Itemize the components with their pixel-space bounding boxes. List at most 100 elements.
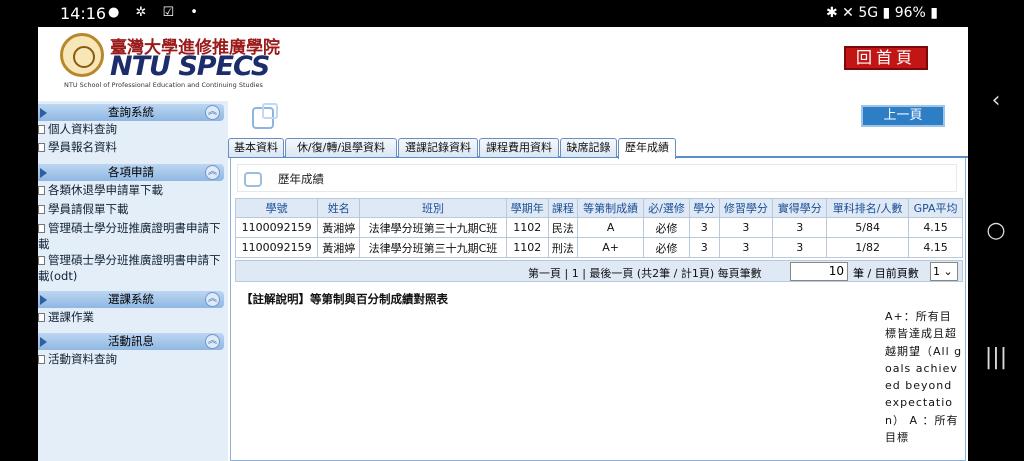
table-cell: 4.15 [908, 217, 963, 238]
tab-basic-data[interactable]: 基本資料 [228, 138, 284, 157]
col-header: 單科排名/人數 [826, 198, 910, 218]
table-cell: 必修 [643, 237, 690, 258]
sidebar-item-certificate[interactable]: 管理碩士學分班推廣證明書申請下載 [38, 220, 224, 252]
notification-icons: ● ✲ ☑ • [108, 5, 204, 20]
previous-page-button[interactable]: 上一頁 [861, 105, 945, 127]
table-cell: 1102 [505, 237, 549, 258]
arrow-icon [40, 168, 47, 178]
col-header: 姓名 [317, 198, 361, 218]
sidebar-item-withdrawal-form[interactable]: 各類休退學申請單下載 [38, 182, 224, 198]
recents-icon[interactable]: ||| [968, 345, 1024, 370]
doc-icon [38, 205, 45, 214]
doc-icon [38, 143, 45, 152]
table-cell: 3 [718, 217, 774, 238]
logo-english-name: NTU SPECS [110, 51, 270, 82]
table-cell: 1100092159 [234, 217, 319, 238]
grades-panel: 歷年成績 學號 姓名 班別 學期年 課程 等第制成績 必/選修 學分 修習學分 … [230, 158, 966, 461]
doc-icon [38, 224, 45, 233]
back-icon[interactable]: ‹ [968, 88, 1024, 113]
col-header: 實得學分 [772, 198, 828, 218]
sidebar-item-label: 選課作業 [48, 310, 94, 324]
sidebar-item-label: 學員報名資料 [48, 140, 117, 154]
table-cell: 刑法 [547, 237, 579, 258]
sidebar-item-label: 各類休退學申請單下載 [48, 183, 163, 197]
doc-icon [38, 125, 45, 134]
sidebar-item-label: 活動資料查詢 [48, 352, 117, 366]
note-title: 【註解說明】等第制與百分制成績對照表 [241, 292, 448, 306]
grade-scale-note: A+：所有目標皆達成且超越期望（All goals achieved beyon… [885, 310, 963, 445]
current-page-value: 1 [933, 265, 940, 278]
status-bar: 14:16 ● ✲ ☑ • ✱ ✕ 5G ▮ 96% ▮ [0, 0, 968, 27]
table-cell: 法律學分班第三十九期C班 [359, 217, 507, 238]
sidebar-section-courses[interactable]: 選課系統 ︽ [38, 291, 224, 308]
table-cell: 黃湘婷 [317, 237, 361, 258]
chevron-down-icon: ⌄ [943, 265, 953, 278]
pagination-text: 第一頁 | 1 | 最後一頁 (共2筆 / 計1頁) 每頁筆數 [528, 267, 762, 280]
col-header: 學期年 [505, 198, 549, 218]
col-header: 修習學分 [718, 198, 774, 218]
home-button[interactable]: 回首頁 [844, 46, 928, 70]
sidebar-item-certificate-odt[interactable]: 管理碩士學分班推廣證明書申請下載(odt) [38, 252, 224, 284]
table-cell: 3 [718, 237, 774, 258]
pagination-text-2: 筆 / 目前頁數 [853, 267, 919, 280]
table-cell: 必修 [643, 217, 690, 238]
arrow-icon [40, 108, 47, 118]
sidebar-item-event-query[interactable]: 活動資料查詢 [38, 351, 224, 367]
sidebar-item-registration[interactable]: 學員報名資料 [38, 139, 224, 155]
browser-page: 臺灣大學進修推廣學院 NTU SPECS NTU School of Profe… [38, 27, 968, 461]
collapse-icon[interactable]: ︽ [205, 292, 220, 307]
collapse-icon[interactable]: ︽ [205, 105, 220, 120]
university-seal-icon [60, 33, 104, 77]
sidebar-section-applications[interactable]: 各項申請 ︽ [38, 164, 224, 181]
doc-icon [38, 313, 45, 322]
table-cell: 4.15 [908, 237, 963, 258]
collapse-icon[interactable]: ︽ [205, 334, 220, 349]
table-row: 1100092159 黃湘婷 法律學分班第三十九期C班 1102 刑法 A+ 必… [234, 237, 963, 258]
table-cell: 3 [772, 217, 828, 238]
table-cell: 法律學分班第三十九期C班 [359, 237, 507, 258]
table-cell: A [577, 217, 645, 238]
table-cell: 3 [772, 237, 828, 258]
grades-table: 學號 姓名 班別 學期年 課程 等第制成績 必/選修 學分 修習學分 實得學分 … [234, 198, 963, 258]
table-cell: 1102 [505, 217, 549, 238]
doc-icon [38, 355, 45, 364]
network-label: 5G [858, 5, 879, 21]
col-header: 課程 [547, 198, 579, 218]
sidebar-item-label: 管理碩士學分班推廣證明書申請下載(odt) [38, 253, 221, 283]
section-title: 各項申請 [108, 165, 154, 179]
col-header: 學分 [688, 198, 720, 218]
table-cell: 3 [688, 217, 720, 238]
col-header: 必/選修 [643, 198, 690, 218]
table-cell: 5/84 [826, 217, 910, 238]
sidebar-item-personal-data[interactable]: 個人資料查詢 [38, 121, 224, 137]
tab-course-records[interactable]: 選課記錄資料 [398, 138, 478, 157]
clock: 14:16 [60, 4, 107, 23]
tab-fee-data[interactable]: 課程費用資料 [479, 138, 559, 157]
collapse-icon[interactable]: ︽ [205, 165, 220, 180]
arrow-icon [40, 295, 47, 305]
system-icons: ✱ ✕ 5G ▮ 96% ▮ [825, 5, 938, 21]
table-header-row: 學號 姓名 班別 學期年 課程 等第制成績 必/選修 學分 修習學分 實得學分 … [234, 198, 963, 218]
table-cell: A+ [577, 237, 645, 258]
current-page-select[interactable]: 1 ⌄ [930, 262, 958, 281]
col-header: 學號 [234, 198, 319, 218]
tab-absence-records[interactable]: 缺席記錄 [560, 138, 617, 157]
section-title: 活動訊息 [108, 334, 154, 348]
home-icon[interactable]: ○ [968, 218, 1024, 243]
sidebar-item-label: 學員請假單下載 [48, 202, 129, 216]
sidebar-section-events[interactable]: 活動訊息 ︽ [38, 333, 224, 350]
battery-level: 96% [894, 5, 926, 21]
table-cell: 民法 [547, 217, 579, 238]
col-header: 等第制成績 [577, 198, 645, 218]
panel-header: 歷年成績 [237, 164, 957, 192]
sidebar-item-course-selection[interactable]: 選課作業 [38, 309, 224, 325]
table-cell: 1100092159 [234, 237, 319, 258]
doc-icon [38, 256, 45, 265]
sidebar: 查詢系統 ︽ 個人資料查詢 學員報名資料 各項申請 ︽ 各類休退學申請單下載 學… [38, 101, 228, 461]
sidebar-section-query[interactable]: 查詢系統 ︽ [38, 104, 224, 121]
arrow-icon [40, 337, 47, 347]
page-size-input[interactable]: 10 [790, 262, 848, 281]
sidebar-item-leave-form[interactable]: 學員請假單下載 [38, 201, 224, 217]
tab-grade-history[interactable]: 歷年成績 [618, 138, 676, 159]
tab-suspension-data[interactable]: 休/復/轉/退學資料 [285, 138, 397, 157]
